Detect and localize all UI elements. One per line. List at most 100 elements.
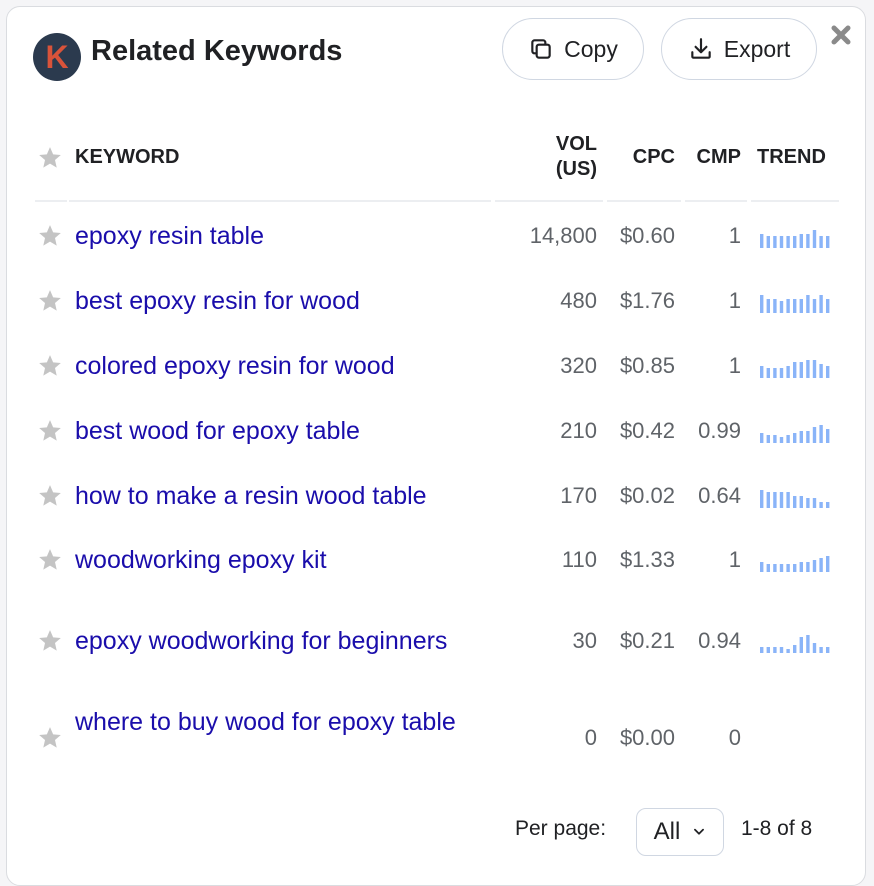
cmp-value: 1: [728, 223, 741, 248]
trend-bar: [779, 437, 784, 443]
header-divider: [607, 200, 681, 202]
trend-sparkline: [760, 425, 830, 443]
column-header-vol[interactable]: VOL (US): [535, 132, 597, 182]
column-header-cpc[interactable]: CPC: [617, 146, 675, 169]
trend-bar: [812, 230, 817, 248]
star-icon[interactable]: [37, 483, 63, 509]
star-icon[interactable]: [37, 353, 63, 379]
cpc-value: $1.76: [619, 288, 675, 313]
star-icon[interactable]: [37, 628, 63, 654]
trend-bar: [799, 496, 803, 508]
column-header-cmp[interactable]: CMP: [683, 146, 741, 169]
trend-bar: [799, 299, 803, 313]
cmp-value: 0.99: [698, 418, 741, 443]
copy-button[interactable]: Copy: [502, 18, 644, 80]
cmp-value: 1: [728, 547, 741, 572]
per-page-value: All: [653, 818, 681, 845]
keyword-link[interactable]: best epoxy resin for wood: [75, 285, 485, 317]
trend-bar: [760, 647, 764, 653]
close-icon[interactable]: [829, 23, 853, 47]
star-icon[interactable]: [37, 145, 63, 171]
keyword-link[interactable]: colored epoxy resin for wood: [75, 350, 485, 382]
column-header-vol-line2: (US): [555, 158, 597, 180]
header-divider: [495, 200, 603, 202]
trend-bar: [786, 564, 790, 572]
trend-bar: [806, 498, 810, 508]
copy-label: Copy: [564, 35, 618, 62]
trend-bar: [793, 433, 797, 443]
per-page-label: Per page:: [515, 817, 607, 840]
trend-bar: [773, 492, 777, 508]
trend-bar: [786, 299, 790, 313]
vol-value: 0: [584, 725, 597, 750]
trend-bar: [760, 234, 764, 248]
cmp-value: 1: [728, 353, 741, 378]
per-page-select[interactable]: All: [636, 808, 724, 856]
trend-bar: [806, 635, 810, 653]
trend-bar: [826, 299, 830, 313]
star-icon[interactable]: [37, 288, 63, 314]
panel-title: Related Keywords: [91, 35, 343, 67]
trend-bar: [760, 433, 764, 443]
cpc-value: $0.21: [619, 628, 675, 653]
trend-sparkline: [760, 490, 830, 508]
trend-bar: [826, 502, 830, 508]
related-keywords-panel: K Related Keywords Copy Export KEYWORD V…: [6, 6, 866, 886]
keyword-link[interactable]: epoxy woodworking for beginners: [75, 625, 485, 657]
trend-bar: [773, 647, 777, 653]
trend-bar: [793, 299, 797, 313]
trend-bar: [779, 236, 784, 248]
trend-sparkline: [760, 635, 830, 653]
trend-bar: [826, 647, 830, 653]
export-button[interactable]: Export: [661, 18, 817, 80]
star-icon[interactable]: [37, 223, 63, 249]
cpc-value: $1.33: [619, 547, 675, 572]
cmp-value: 0.64: [698, 483, 741, 508]
trend-bar: [766, 368, 770, 378]
trend-bar: [773, 564, 777, 572]
cpc-value: $0.42: [619, 418, 675, 443]
trend-bar: [819, 425, 823, 443]
vol-value: 14,800: [529, 223, 597, 248]
trend-bar: [766, 236, 770, 248]
trend-bar: [760, 295, 764, 313]
chevron-down-icon: [694, 828, 705, 835]
trend-bar: [799, 562, 803, 572]
cmp-value: 0: [728, 725, 741, 750]
header-divider: [35, 200, 67, 202]
trend-bar: [779, 301, 784, 313]
trend-bar: [806, 431, 810, 443]
trend-bar: [806, 295, 810, 313]
keyword-link[interactable]: best wood for epoxy table: [75, 415, 485, 447]
star-icon[interactable]: [37, 725, 63, 751]
trend-bar: [819, 295, 823, 313]
trend-sparkline: [760, 360, 830, 378]
trend-sparkline: [760, 295, 830, 313]
star-icon[interactable]: [37, 547, 63, 573]
trend-bar: [760, 490, 764, 508]
trend-bar: [779, 368, 784, 378]
keyword-link[interactable]: how to make a resin wood table: [75, 480, 485, 512]
cmp-value: 1: [728, 288, 741, 313]
trend-bar: [779, 564, 784, 572]
trend-bar: [799, 362, 803, 378]
trend-bar: [773, 299, 777, 313]
cpc-value: $0.60: [619, 223, 675, 248]
keyword-link[interactable]: woodworking epoxy kit: [75, 544, 485, 576]
trend-bar: [812, 498, 817, 508]
star-icon[interactable]: [37, 418, 63, 444]
trend-bar: [812, 427, 817, 443]
copy-icon: [531, 39, 551, 59]
column-header-vol-line1: VOL: [555, 133, 597, 155]
cpc-value: $0.00: [619, 725, 675, 750]
trend-bar: [766, 564, 770, 572]
logo-icon: K: [33, 33, 81, 81]
vol-value: 110: [561, 547, 597, 572]
vol-value: 30: [572, 628, 597, 653]
keyword-link[interactable]: where to buy wood for epoxy table: [75, 706, 485, 738]
trend-bar: [773, 236, 777, 248]
trend-bar: [786, 649, 790, 653]
trend-bar: [779, 492, 784, 508]
keyword-link[interactable]: epoxy resin table: [75, 220, 485, 252]
column-header-keyword[interactable]: KEYWORD: [75, 146, 179, 169]
